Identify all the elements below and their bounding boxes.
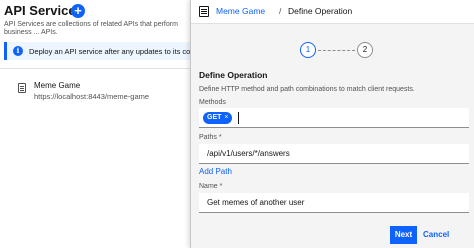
methods-multiselect[interactable]: GET × — [199, 108, 469, 128]
name-input-value: Get memes of another user — [207, 198, 305, 207]
path-input[interactable]: /api/v1/users/*/answers — [199, 144, 469, 164]
breadcrumb-separator: / — [279, 6, 282, 16]
method-tag-label: GET — [207, 114, 222, 121]
methods-label: Methods — [199, 99, 226, 106]
text-cursor — [238, 112, 239, 124]
info-banner: i Deploy an API service after any update… — [4, 42, 197, 60]
section-description: Define HTTP method and path combinations… — [199, 86, 415, 93]
breadcrumb-parent-link[interactable]: Meme Game — [216, 6, 265, 16]
step-connector — [318, 50, 355, 51]
info-icon: i — [13, 46, 23, 56]
method-tag-get: GET × — [203, 112, 233, 124]
next-button[interactable]: Next — [390, 226, 417, 244]
name-label: Name * — [199, 183, 223, 190]
add-service-icon[interactable]: + — [71, 4, 85, 18]
path-input-value: /api/v1/users/*/answers — [207, 149, 290, 158]
step-2-indicator: 2 — [357, 42, 373, 58]
breadcrumb-current: Define Operation — [288, 6, 353, 16]
cancel-button[interactable]: Cancel — [423, 230, 449, 239]
name-input[interactable]: Get memes of another user — [199, 193, 469, 213]
divider — [0, 68, 190, 69]
document-icon — [199, 6, 209, 17]
panel-header: Meme Game / Define Operation — [191, 0, 474, 24]
document-icon — [18, 83, 26, 93]
step-1-indicator: 1 — [300, 42, 316, 58]
define-operation-panel: Meme Game / Define Operation 1 2 Define … — [190, 0, 474, 248]
info-banner-text: Deploy an API service after any updates … — [29, 47, 197, 56]
add-path-link[interactable]: Add Path — [199, 167, 232, 176]
page-description: API Services are collections of related … — [4, 21, 178, 36]
paths-label: Paths * — [199, 134, 222, 141]
progress-steps: 1 2 — [191, 42, 474, 62]
remove-tag-icon[interactable]: × — [224, 114, 228, 121]
section-title: Define Operation — [199, 70, 268, 80]
service-url: https://localhost:8443/meme-game — [34, 92, 150, 101]
service-list-item[interactable]: Meme Game https://localhost:8443/meme-ga… — [0, 78, 190, 106]
service-name: Meme Game — [34, 81, 81, 90]
